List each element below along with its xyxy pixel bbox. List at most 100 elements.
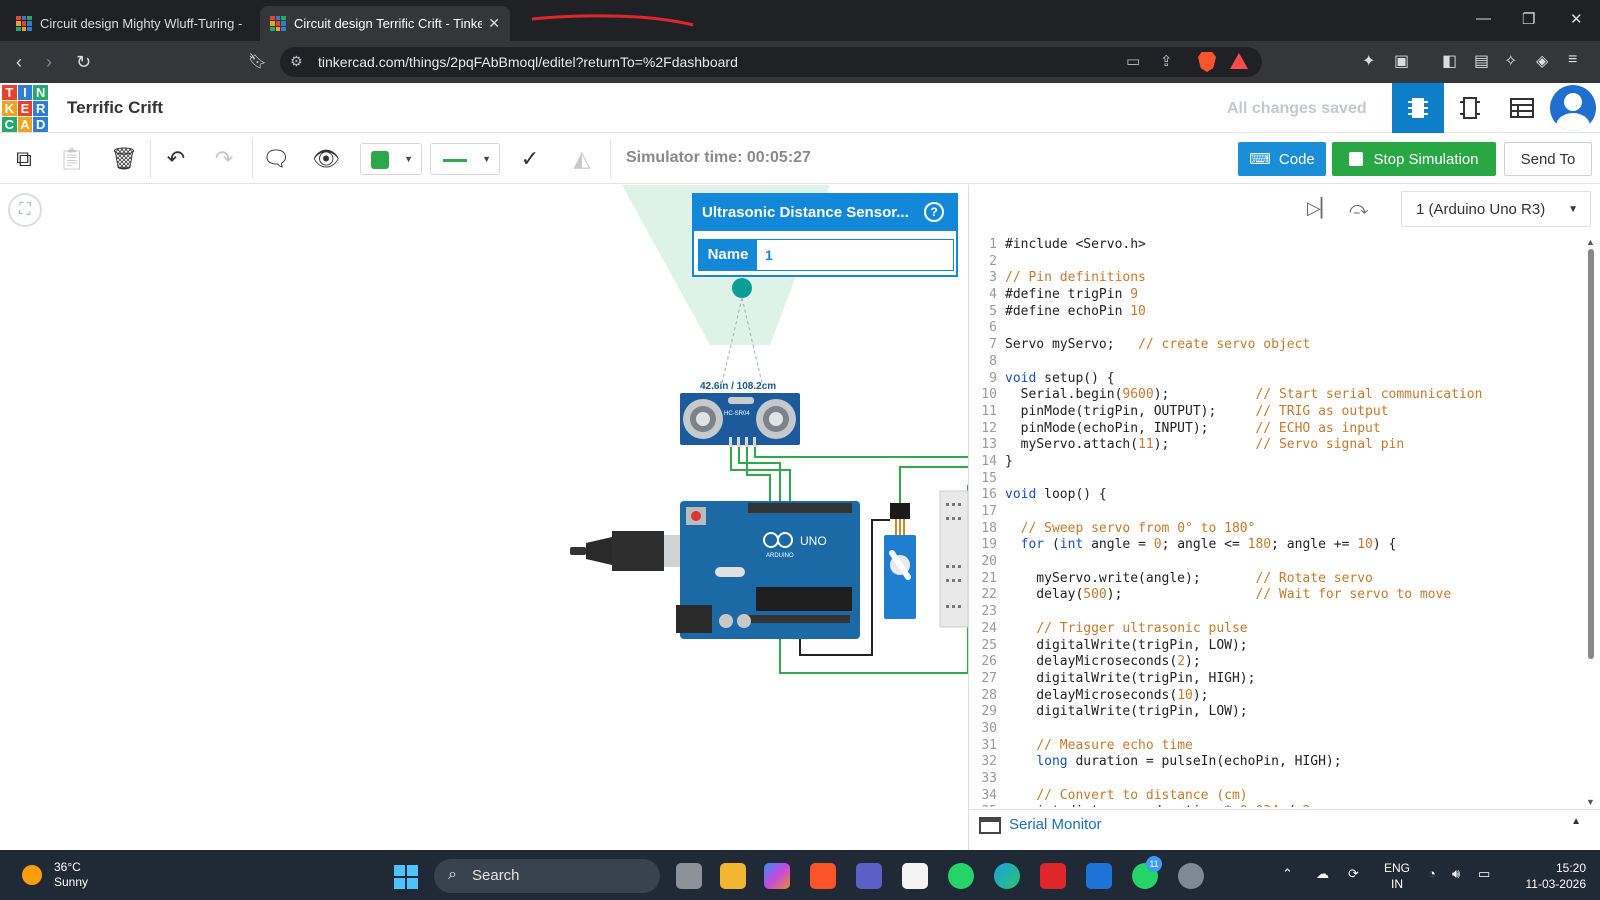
menu-icon[interactable]: ≡ [1568, 51, 1577, 69]
teams-icon[interactable] [856, 863, 882, 889]
reload-icon[interactable]: ↻ [76, 50, 91, 74]
brave-rewards-icon[interactable] [1230, 53, 1248, 69]
back-icon[interactable]: ‹ [16, 50, 22, 74]
code-line[interactable]: 18 // Sweep servo from 0° to 180° [969, 521, 1583, 538]
chevron-up-icon[interactable]: ▲ [1571, 816, 1581, 827]
code-line[interactable]: 30 [969, 721, 1583, 738]
code-line[interactable]: 7 Servo myServo; // create servo object [969, 337, 1583, 354]
browser-tab-terrific-crift[interactable]: Circuit design Terrific Crift - Tinke ✕ [260, 6, 510, 41]
code-line[interactable]: 17 [969, 504, 1583, 521]
user-avatar[interactable] [1550, 85, 1596, 131]
settings-icon[interactable] [1178, 863, 1204, 889]
code-line[interactable]: 8 [969, 354, 1583, 371]
close-tab-icon[interactable]: ✕ [488, 15, 500, 32]
help-icon[interactable]: ? [924, 202, 944, 222]
code-button[interactable]: ⌨︎ Code [1238, 142, 1326, 176]
schematic-view-button[interactable] [1444, 83, 1496, 133]
circuit-canvas[interactable]: ⛶ UNO ARDUINO HC-SR04 42.6in / 108.2cm U… [0, 185, 968, 850]
code-line[interactable]: 25 digitalWrite(trigPin, LOW); [969, 638, 1583, 655]
rotate-icon[interactable]: ✓ [514, 143, 546, 175]
code-line[interactable]: 6 [969, 320, 1583, 337]
delete-icon[interactable]: 🗑︎ [108, 143, 140, 175]
minimize-icon[interactable]: — [1476, 10, 1491, 27]
onedrive-icon[interactable]: ☁︎ [1316, 866, 1329, 882]
sidebar-icon[interactable]: ◧ [1442, 51, 1457, 71]
l-app-icon[interactable] [1040, 863, 1066, 889]
debug-icon[interactable]: ⤼ [1349, 198, 1368, 219]
code-line[interactable]: 3 // Pin definitions [969, 270, 1583, 287]
code-area[interactable]: 1 #include <Servo.h> 2 3// Pin definitions 4… [969, 237, 1583, 807]
site-info-icon[interactable]: ⚙︎ [290, 53, 303, 70]
serial-monitor-bar[interactable]: Serial Monitor ▲ [969, 809, 1600, 839]
code-line[interactable]: 11 pinMode(trigPin, OUTPUT); // TRIG as … [969, 404, 1583, 421]
code-line[interactable]: 31 // Measure echo time [969, 738, 1583, 755]
outlook-icon[interactable] [1086, 863, 1112, 889]
code-line[interactable]: 24 // Trigger ultrasonic pulse [969, 621, 1583, 638]
code-line[interactable]: 4 #define trigPin 9 [969, 287, 1583, 304]
undo-icon[interactable]: ↶ [160, 143, 192, 175]
code-line[interactable]: 10 Serial.begin(9600); // Start serial c… [969, 387, 1583, 404]
code-line[interactable]: 21 myServo.write(angle); // Rotate servo [969, 571, 1583, 588]
code-line[interactable]: 9 void setup() { [969, 371, 1583, 388]
screenshot-icon[interactable]: ▣ [1394, 51, 1409, 71]
code-line[interactable]: 35 int distance = duration * 0.034 / 2; [969, 804, 1583, 807]
copy-icon[interactable]: ⧉ [8, 143, 40, 175]
volume-icon[interactable]: 🔊︎ [1452, 866, 1460, 882]
code-scrollbar[interactable]: ▲ ▼ [1585, 237, 1597, 807]
scroll-thumb[interactable] [1588, 249, 1594, 659]
code-line[interactable]: 19 for (int angle = 0; angle <= 180; ang… [969, 537, 1583, 554]
step-icon[interactable]: ▷▏ [1307, 198, 1335, 219]
code-line[interactable]: 12 pinMode(echoPin, INPUT); // ECHO as i… [969, 421, 1583, 438]
send-to-button[interactable]: Send To [1504, 142, 1592, 176]
code-line[interactable]: 14} [969, 454, 1583, 471]
code-line[interactable]: 1 #include <Servo.h> [969, 237, 1583, 254]
wifi-icon[interactable]: ◔ [1428, 866, 1436, 881]
system-clock[interactable]: 15:20 11-03-2026 [1512, 860, 1587, 892]
tinkercad-logo[interactable]: TIN KER CAD [2, 85, 48, 132]
code-line[interactable]: 29 digitalWrite(trigPin, LOW); [969, 704, 1583, 721]
name-value[interactable]: 1 [765, 247, 773, 263]
code-line[interactable]: 34 // Convert to distance (cm) [969, 788, 1583, 805]
edge-icon[interactable] [994, 863, 1020, 889]
battery-icon[interactable]: ▭ [1478, 866, 1490, 882]
browser-tab-mighty-wluff[interactable]: Circuit design Mighty Wluff-Turing - [6, 6, 252, 41]
language-indicator[interactable]: ENG IN [1384, 860, 1410, 892]
code-line[interactable]: 2 [969, 254, 1583, 271]
wire-color-select[interactable]: ▼ [360, 143, 422, 175]
windows-start-icon[interactable] [394, 865, 418, 889]
microsoft-store-icon[interactable] [902, 863, 928, 889]
share-icon[interactable]: ⇪ [1160, 52, 1173, 70]
bookmark-icon[interactable]: 🔖︎ [248, 50, 267, 74]
leo-ai-icon[interactable]: ✧ [1504, 51, 1517, 71]
code-line[interactable]: 32 long duration = pulseIn(echoPin, HIGH… [969, 754, 1583, 771]
copilot-icon[interactable] [764, 863, 790, 889]
file-explorer-icon[interactable] [720, 863, 746, 889]
notes-icon[interactable]: 🗨︎ [260, 143, 292, 175]
forward-icon[interactable]: › [46, 50, 52, 74]
code-line[interactable]: 5 #define echoPin 10 [969, 304, 1583, 321]
code-line[interactable]: 20 [969, 554, 1583, 571]
code-line[interactable]: 28 delayMicroseconds(10); [969, 688, 1583, 705]
project-name[interactable]: Terrific Crift [67, 98, 163, 118]
stop-simulation-button[interactable]: Stop Simulation [1332, 142, 1496, 176]
redo-icon[interactable]: ↷ [208, 143, 240, 175]
code-line[interactable]: 15 [969, 471, 1583, 488]
sync-icon[interactable]: ⟳ [1348, 866, 1359, 882]
task-view-icon[interactable] [676, 863, 702, 889]
extensions-icon[interactable]: ✦ [1362, 51, 1375, 71]
paste-icon[interactable]: 📋︎ [56, 143, 88, 175]
code-line[interactable]: 26 delayMicroseconds(2); [969, 654, 1583, 671]
vpn-icon[interactable]: ◈ [1536, 51, 1548, 71]
restore-icon[interactable]: ❐ [1522, 10, 1535, 28]
flip-icon[interactable]: ◭ [566, 143, 598, 175]
close-window-icon[interactable]: ✕ [1570, 10, 1583, 28]
address-bar[interactable]: ⚙︎ tinkercad.com/things/2pqFAbBmoql/edit… [280, 47, 1262, 77]
circuit-view-button[interactable] [1392, 83, 1444, 133]
cast-icon[interactable]: ▭ [1126, 52, 1140, 70]
code-line[interactable]: 16 void loop() { [969, 487, 1583, 504]
brave-browser-icon[interactable] [810, 863, 836, 889]
code-line[interactable]: 22 delay(500); // Wait for servo to move [969, 587, 1583, 604]
code-line[interactable]: 27 digitalWrite(trigPin, HIGH); [969, 671, 1583, 688]
component-list-button[interactable] [1496, 83, 1548, 133]
notes-visibility-icon[interactable]: 👁︎ [310, 143, 342, 175]
